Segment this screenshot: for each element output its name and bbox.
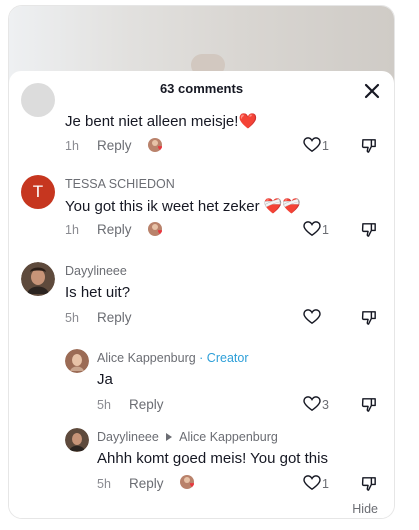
like-heart-icon[interactable] — [303, 309, 321, 325]
like-heart-icon[interactable] — [303, 396, 321, 412]
like-count: 1 — [322, 477, 329, 491]
like-heart-icon[interactable] — [303, 475, 321, 491]
comment-time: 1h — [65, 139, 79, 153]
like-count: 3 — [322, 398, 329, 412]
comment-username[interactable]: Dayylineee — [65, 264, 127, 278]
like-count: 1 — [322, 223, 329, 237]
avatar[interactable] — [65, 349, 89, 373]
comments-count-title: 63 comments — [159, 81, 244, 96]
comment-text: Is het uit? — [65, 284, 131, 301]
close-icon[interactable] — [364, 83, 380, 99]
comment-text: You got this ik weet het zeker ❤️‍🩹❤️‍🩹 — [65, 198, 302, 215]
dislike-icon[interactable] — [361, 396, 378, 413]
reply-button[interactable]: Reply — [129, 397, 164, 412]
comment-time: 5h — [97, 398, 111, 412]
comment-item: T TESSA SCHIEDON You got this ik weet he… — [9, 175, 394, 255]
like-heart-icon[interactable] — [303, 137, 321, 153]
dislike-icon[interactable] — [361, 221, 378, 238]
reply-button[interactable]: Reply — [97, 138, 132, 153]
comments-sheet: 63 comments Je bent niet alleen meisje!❤… — [9, 71, 394, 518]
username-text[interactable]: Alice Kappenburg — [97, 351, 196, 365]
reply-username[interactable]: Alice Kappenburg · Creator — [97, 351, 249, 365]
comment-text: Je bent niet alleen meisje!❤️ — [65, 113, 258, 130]
reply-button[interactable]: Reply — [97, 222, 132, 237]
reply-username[interactable]: Dayylineee Alice Kappenburg — [97, 430, 278, 444]
dislike-icon[interactable] — [361, 309, 378, 326]
comment-text: Ahhh komt goed meis! You got this — [97, 450, 328, 467]
avatar[interactable] — [21, 262, 55, 296]
reply-arrow-icon — [166, 433, 173, 441]
creator-liked-avatar-icon — [148, 222, 162, 236]
comment-item: Dayylineee Is het uit? 5h Reply — [9, 262, 394, 342]
like-count: 1 — [322, 139, 329, 153]
comment-username[interactable]: TESSA SCHIEDON — [65, 177, 175, 191]
creator-liked-avatar-icon — [148, 138, 162, 152]
comment-text: Ja — [97, 371, 113, 388]
reply-item: Dayylineee Alice Kappenburg Ahhh komt go… — [9, 426, 394, 506]
reply-button[interactable]: Reply — [97, 310, 132, 325]
reply-item: Alice Kappenburg · Creator Ja 5h Reply 3 — [9, 347, 394, 427]
avatar[interactable]: T — [21, 175, 55, 209]
like-heart-icon[interactable] — [303, 221, 321, 237]
comment-time: 1h — [65, 223, 79, 237]
avatar[interactable] — [21, 83, 55, 117]
comment-time: 5h — [65, 311, 79, 325]
reply-button[interactable]: Reply — [129, 476, 164, 491]
creator-liked-avatar-icon — [180, 475, 194, 489]
comments-panel: 63 comments Je bent niet alleen meisje!❤… — [8, 5, 395, 519]
creator-badge: · Creator — [199, 351, 249, 365]
comment-item: Je bent niet alleen meisje!❤️ 1h Reply 1 — [9, 83, 394, 161]
reply-to-username[interactable]: Alice Kappenburg — [179, 430, 278, 444]
comment-time: 5h — [97, 477, 111, 491]
dislike-icon[interactable] — [361, 137, 378, 154]
username-text[interactable]: Dayylineee — [97, 430, 159, 444]
hide-replies-button[interactable]: Hide — [352, 502, 378, 516]
dislike-icon[interactable] — [361, 475, 378, 492]
avatar[interactable] — [65, 428, 89, 452]
